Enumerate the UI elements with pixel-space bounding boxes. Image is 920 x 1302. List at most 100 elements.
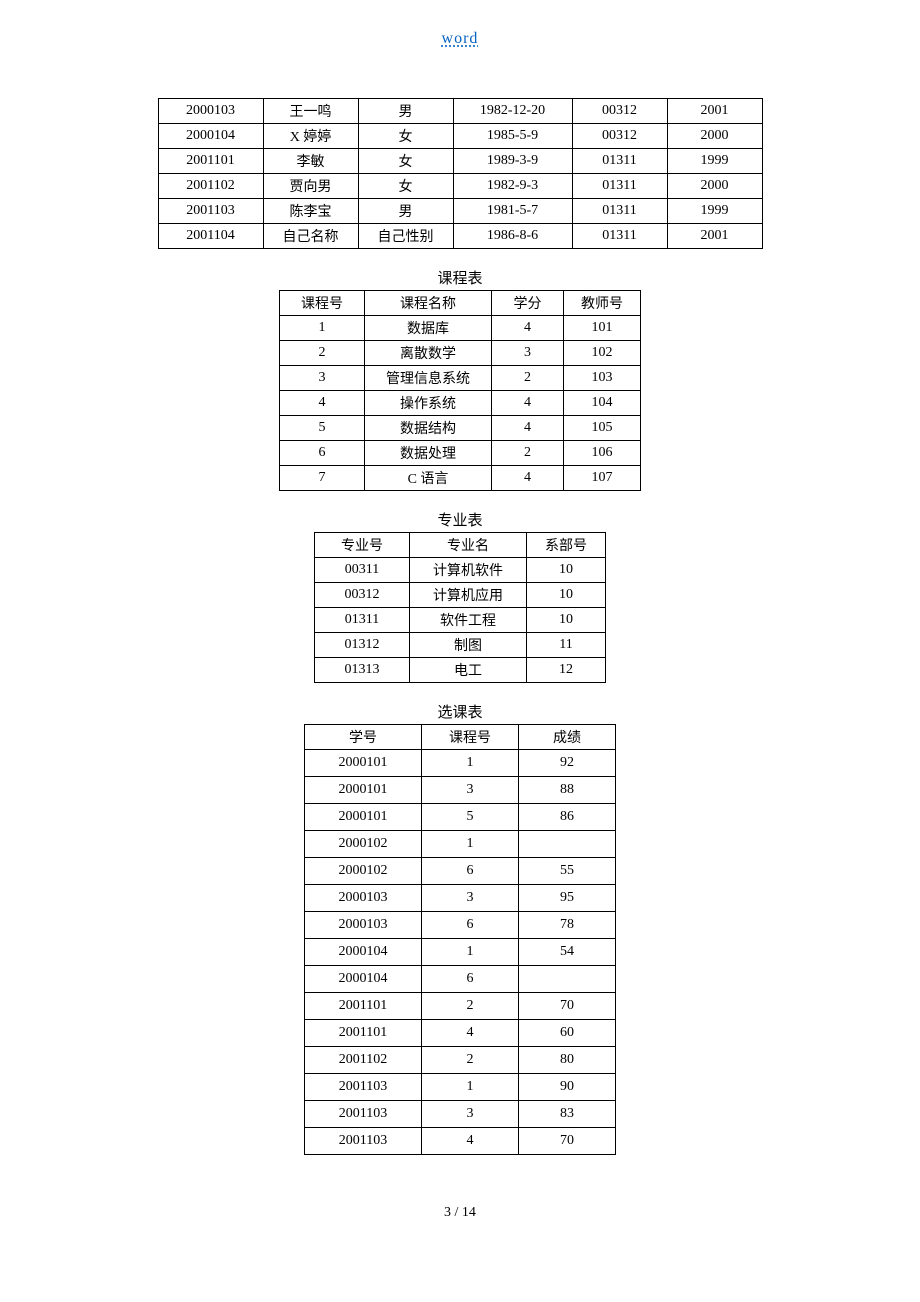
table-row: 1数据库4101 (280, 316, 641, 341)
table-header-cell: 教师号 (564, 291, 641, 316)
table-header-cell: 专业名 (410, 533, 527, 558)
table-row: 3管理信息系统2103 (280, 366, 641, 391)
table-cell: 00312 (572, 124, 667, 149)
table-cell: 2000104 (158, 124, 263, 149)
table-row: 2000104154 (305, 939, 616, 966)
table-cell: 00312 (315, 583, 410, 608)
table-header-cell: 课程名称 (365, 291, 492, 316)
table-cell: 2000103 (158, 99, 263, 124)
table-cell: 数据库 (365, 316, 492, 341)
table-cell: 01312 (315, 633, 410, 658)
table-cell: 88 (519, 777, 616, 804)
table-cell: 男 (358, 99, 453, 124)
table-cell: 6 (422, 858, 519, 885)
table-cell: 2 (492, 366, 564, 391)
table-cell: 90 (519, 1074, 616, 1101)
table-cell: 女 (358, 149, 453, 174)
table-header-cell: 学分 (492, 291, 564, 316)
table-row: 2000104X 婷婷女1985-5-9003122000 (158, 124, 762, 149)
table-cell: 2 (422, 1047, 519, 1074)
table-cell: 2001 (667, 99, 762, 124)
table-row: 01312制图11 (315, 633, 606, 658)
table-cell: 106 (564, 441, 641, 466)
table-cell: 54 (519, 939, 616, 966)
table-cell: 1 (280, 316, 365, 341)
course-table: 课程号课程名称学分教师号 1数据库41012离散数学31023管理信息系统210… (279, 290, 641, 491)
table-cell: 10 (527, 558, 606, 583)
table-cell: 2000103 (305, 912, 422, 939)
table-cell: 2001103 (158, 199, 263, 224)
table-row: 2001101460 (305, 1020, 616, 1047)
table-cell: 86 (519, 804, 616, 831)
table-cell: 1 (422, 831, 519, 858)
table-cell: 5 (422, 804, 519, 831)
table-cell: 2001101 (305, 1020, 422, 1047)
table-cell: 2000102 (305, 831, 422, 858)
table-row: 2001103190 (305, 1074, 616, 1101)
table-cell: 4 (280, 391, 365, 416)
table-cell: 01313 (315, 658, 410, 683)
table-row: 00311计算机软件10 (315, 558, 606, 583)
table-cell: 83 (519, 1101, 616, 1128)
table-cell: 00311 (315, 558, 410, 583)
table-cell: 4 (422, 1020, 519, 1047)
table-cell: 1999 (667, 149, 762, 174)
table-cell: 2000101 (305, 777, 422, 804)
table-cell: 3 (422, 777, 519, 804)
table-cell: 2001 (667, 224, 762, 249)
table-cell: 电工 (410, 658, 527, 683)
table-cell: 2000104 (305, 966, 422, 993)
table-cell: 00312 (572, 99, 667, 124)
table-cell: 2001102 (158, 174, 263, 199)
table-cell: 2000101 (305, 750, 422, 777)
table-cell: 104 (564, 391, 641, 416)
header-link[interactable]: word (442, 30, 479, 47)
table-cell: 107 (564, 466, 641, 491)
table-cell: 6 (422, 912, 519, 939)
table-cell: 2000104 (305, 939, 422, 966)
table-cell: 离散数学 (365, 341, 492, 366)
table-cell: 数据处理 (365, 441, 492, 466)
table-cell: 王一鸣 (263, 99, 358, 124)
page-footer: 3 / 14 (0, 1205, 920, 1221)
table-cell: 1 (422, 750, 519, 777)
table-cell: 3 (280, 366, 365, 391)
table-row: 20001021 (305, 831, 616, 858)
table-cell: 2000101 (305, 804, 422, 831)
table-row: 2000103395 (305, 885, 616, 912)
page-number: 3 / 14 (444, 1205, 476, 1220)
table-cell: 01311 (572, 224, 667, 249)
table-cell: 2001102 (305, 1047, 422, 1074)
table-cell: 7 (280, 466, 365, 491)
major-table: 专业号专业名系部号 00311计算机软件1000312计算机应用1001311软… (314, 532, 606, 683)
table-cell: 1982-9-3 (453, 174, 572, 199)
table-row: 6数据处理2106 (280, 441, 641, 466)
table-row: 4操作系统4104 (280, 391, 641, 416)
table-cell: 95 (519, 885, 616, 912)
table-cell: 60 (519, 1020, 616, 1047)
table-cell: 管理信息系统 (365, 366, 492, 391)
table-row: 00312计算机应用10 (315, 583, 606, 608)
table-cell: 2000 (667, 174, 762, 199)
table-header-cell: 学号 (305, 725, 422, 750)
table-cell: 5 (280, 416, 365, 441)
table-cell: 自己性别 (358, 224, 453, 249)
table-cell: 李敏 (263, 149, 358, 174)
table-cell: 女 (358, 124, 453, 149)
table-row: 2001104自己名称自己性别1986-8-6013112001 (158, 224, 762, 249)
table-cell: 1981-5-7 (453, 199, 572, 224)
major-table-section: 专业表 专业号专业名系部号 00311计算机软件1000312计算机应用1001… (0, 509, 920, 683)
table-cell: 105 (564, 416, 641, 441)
table-cell: 男 (358, 199, 453, 224)
table-cell: 1986-8-6 (453, 224, 572, 249)
table-cell: 计算机软件 (410, 558, 527, 583)
table-cell: 2000102 (305, 858, 422, 885)
table-cell: 2000103 (305, 885, 422, 912)
table-cell: 01311 (572, 174, 667, 199)
student-table-section: 2000103王一鸣男1982-12-200031220012000104X 婷… (0, 98, 920, 249)
table-row: 2000101192 (305, 750, 616, 777)
table-cell: 102 (564, 341, 641, 366)
table-row: 2000103678 (305, 912, 616, 939)
table-row: 20001046 (305, 966, 616, 993)
table-cell: 80 (519, 1047, 616, 1074)
